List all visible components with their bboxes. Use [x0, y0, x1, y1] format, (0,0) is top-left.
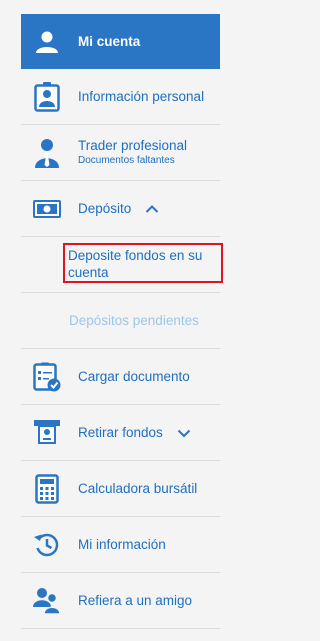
chevron-up-icon[interactable] — [145, 204, 159, 214]
menu-item-label: Mi información — [78, 537, 166, 552]
trader-labels: Trader profesional Documentos faltantes — [78, 138, 187, 167]
menu-item-trader-profesional[interactable]: Trader profesional Documentos faltantes — [21, 125, 220, 181]
menu-item-deposito[interactable]: Depósito — [21, 181, 220, 237]
banknote-icon — [29, 191, 65, 227]
atm-withdraw-icon — [29, 415, 65, 451]
menu-item-label: Refiera a un amigo — [78, 593, 193, 608]
submenu-item-depositos-pendientes[interactable]: Depósitos pendientes — [21, 293, 220, 349]
history-icon — [29, 527, 65, 563]
menu-item-label: Cargar documento — [78, 369, 190, 384]
menu-item-label: Trader profesional — [78, 137, 188, 153]
menu-item-label: Mi cuenta — [78, 34, 141, 49]
menu-item-label: Información personal — [78, 89, 205, 104]
submenu-item-label: Deposite fondos en su cuenta — [68, 247, 203, 280]
menu-item-label: Calculadora bursátil — [78, 481, 198, 496]
menu-item-informacion-personal[interactable]: Información personal — [21, 69, 220, 125]
clipboard-check-icon — [29, 359, 65, 395]
submenu-item-deposite-fondos[interactable]: Deposite fondos en su cuenta — [21, 237, 223, 293]
menu-item-label: Retirar fondos — [78, 425, 163, 440]
submenu-item-label: Depósitos pendientes — [69, 313, 199, 328]
account-menu: Mi cuenta Información personal Trader pr… — [21, 14, 223, 629]
menu-item-mi-informacion[interactable]: Mi información — [21, 517, 220, 573]
businessman-icon — [29, 135, 65, 171]
user-icon — [29, 24, 65, 60]
menu-item-label: Depósito — [78, 201, 132, 216]
missing-documents-note: Documentos faltantes — [78, 155, 175, 167]
menu-item-cargar-documento[interactable]: Cargar documento — [21, 349, 220, 405]
calculator-icon — [29, 471, 65, 507]
menu-item-retirar-fondos[interactable]: Retirar fondos — [21, 405, 220, 461]
chevron-down-icon[interactable] — [177, 428, 191, 438]
refer-friends-icon — [29, 583, 65, 619]
menu-item-refiera-amigo[interactable]: Refiera a un amigo — [21, 573, 220, 629]
menu-item-mi-cuenta[interactable]: Mi cuenta — [21, 14, 220, 69]
id-badge-icon — [29, 79, 65, 115]
menu-item-calculadora-bursatil[interactable]: Calculadora bursátil — [21, 461, 220, 517]
